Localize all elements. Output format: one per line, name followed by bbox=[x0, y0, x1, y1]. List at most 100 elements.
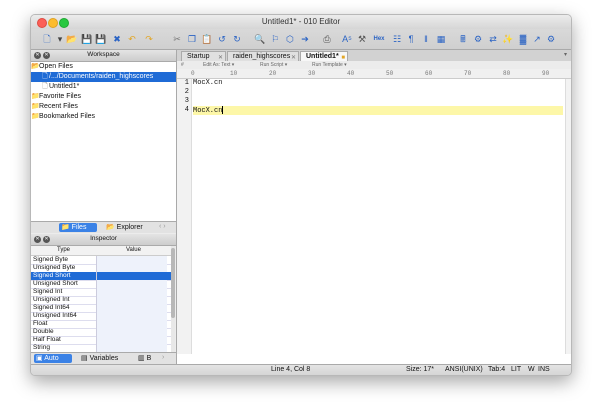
find-icon[interactable]: 🔍 bbox=[254, 33, 266, 45]
tab-variables[interactable]: ▤ Variables bbox=[79, 354, 129, 363]
inspector-row-type: Half Float bbox=[33, 336, 61, 343]
inspector-row-value[interactable] bbox=[96, 328, 167, 336]
close-file-icon[interactable]: ✖ bbox=[111, 33, 123, 45]
editor-subtoolbar: # Edit As: Text ▾ Run Script ▾ Run Templ… bbox=[177, 61, 571, 69]
title-bar[interactable]: Untitled1* - 010 Editor bbox=[31, 15, 571, 29]
tree-item-bookmarked-files[interactable]: 📁Bookmarked Files bbox=[31, 112, 176, 122]
inspector-row-value[interactable] bbox=[96, 312, 167, 320]
tree-item-raiden-highscores[interactable]: 🗋/.../Documents/raiden_highscores bbox=[31, 72, 176, 82]
tab-startup[interactable]: Startup ✕ bbox=[181, 51, 226, 61]
run-script-icon[interactable]: ✨ bbox=[502, 33, 514, 45]
tree-item-open-files[interactable]: 📂Open Files bbox=[31, 62, 176, 72]
paragraph-icon[interactable]: ¶ bbox=[405, 33, 417, 45]
hash-icon: # bbox=[181, 62, 184, 68]
settings-icon[interactable]: ⚙ bbox=[545, 33, 557, 45]
cut-icon[interactable]: ✂ bbox=[171, 33, 183, 45]
variables-icon: ▤ bbox=[81, 355, 88, 362]
inspector-title: Inspector bbox=[90, 235, 117, 242]
code-line[interactable]: MocX.cn bbox=[193, 79, 563, 88]
main-toolbar: 🗋 ▾ 📂 💾 💾 ✖ ↶ ↷ ✂ ❐ 📋 ↺ ↻ 🔍 ⚐ ⬡ ➔ ⎙ A⁵ ⚒… bbox=[31, 29, 571, 50]
folder-open-icon: 📂 bbox=[31, 63, 40, 70]
endianness-indicator[interactable]: LIT bbox=[511, 366, 521, 373]
encoding-indicator[interactable]: ANSI(UNIX) bbox=[445, 366, 483, 373]
inspector-row-type: Signed Short bbox=[33, 272, 71, 279]
save-all-icon[interactable]: 💾 bbox=[95, 33, 107, 45]
columns-icon[interactable]: ‖ bbox=[420, 33, 432, 45]
tab-scroll-arrows[interactable]: ‹ › bbox=[159, 223, 166, 230]
font-icon[interactable]: A⁵ bbox=[341, 33, 353, 45]
inspector-row-value[interactable] bbox=[96, 296, 167, 304]
chevron-down-icon[interactable]: ▾ bbox=[57, 33, 63, 45]
column-type[interactable]: Type bbox=[57, 247, 70, 253]
inspector-row-value[interactable] bbox=[96, 280, 167, 288]
insert-mode-indicator[interactable]: INS bbox=[538, 366, 550, 373]
tab-list-icon[interactable]: ▾ bbox=[564, 51, 567, 58]
copy-icon[interactable]: ❐ bbox=[186, 33, 198, 45]
print-icon[interactable]: ⎙ bbox=[321, 33, 333, 45]
inspector-row-type: Signed Byte bbox=[33, 256, 69, 263]
tree-item-untitled1[interactable]: 🗋Untitled1* bbox=[31, 82, 176, 92]
workspace-tree: 📂Open Files 🗋/.../Documents/raiden_highs… bbox=[31, 62, 176, 233]
template-icon[interactable]: ⚙ bbox=[472, 33, 484, 45]
ruler-tick-label: 70 bbox=[464, 70, 472, 77]
find-in-files-icon[interactable]: ⬡ bbox=[284, 33, 296, 45]
editor-scrollbar[interactable] bbox=[565, 79, 571, 354]
run-template-menu[interactable]: Run Template ▾ bbox=[312, 62, 347, 68]
inspector-row-value[interactable] bbox=[96, 264, 167, 272]
inspector-row-type: Signed Int bbox=[33, 288, 63, 295]
paste-icon[interactable]: 📋 bbox=[201, 33, 213, 45]
inspector-row-value[interactable] bbox=[96, 288, 167, 296]
tab-size-indicator[interactable]: Tab:4 bbox=[488, 366, 505, 373]
compare-icon[interactable]: ⇄ bbox=[487, 33, 499, 45]
undo-edit-icon[interactable]: ↺ bbox=[216, 33, 228, 45]
tab-raiden-highscores[interactable]: raiden_highscores ✕ bbox=[227, 51, 299, 61]
inspector-scrollbar[interactable] bbox=[171, 246, 175, 352]
folder-icon: 📁 bbox=[61, 224, 70, 231]
redo-edit-icon[interactable]: ↻ bbox=[231, 33, 243, 45]
inspector-row-type: String bbox=[33, 344, 50, 351]
save-icon[interactable]: 💾 bbox=[81, 33, 93, 45]
tree-item-favorite-files[interactable]: 📁Favorite Files bbox=[31, 92, 176, 102]
hex-icon[interactable]: Hex bbox=[371, 33, 387, 45]
open-icon[interactable]: 📂 bbox=[66, 33, 78, 45]
tab-untitled1[interactable]: Untitled1* ■ bbox=[300, 51, 348, 61]
inspector-row-type: Double bbox=[33, 328, 54, 335]
tab-explorer[interactable]: 📂 Explorer bbox=[104, 223, 152, 232]
current-line[interactable]: MocX.cn bbox=[193, 106, 563, 115]
new-file-icon[interactable]: 🗋 bbox=[41, 33, 53, 45]
chart-icon[interactable]: ↗ bbox=[531, 33, 543, 45]
inspector-table: Type Value Signed Byte Unsigned Byte Signe… bbox=[31, 246, 171, 361]
inspector-row-value[interactable] bbox=[96, 272, 167, 280]
inspector-row-value[interactable] bbox=[96, 304, 167, 312]
replace-icon[interactable]: ⚐ bbox=[269, 33, 281, 45]
undo-icon[interactable]: ↶ bbox=[126, 33, 138, 45]
tab-scroll-arrows[interactable]: › bbox=[162, 354, 164, 361]
code-line[interactable] bbox=[193, 88, 563, 97]
tab-files[interactable]: 📁 Files bbox=[59, 223, 97, 232]
calculator-icon[interactable]: 🖩 bbox=[457, 33, 469, 45]
redo-icon[interactable]: ↷ bbox=[143, 33, 155, 45]
inspector-header: ✕ ✕ Inspector bbox=[31, 234, 176, 246]
run-script-menu[interactable]: Run Script ▾ bbox=[260, 62, 287, 68]
grid-icon[interactable]: ☷ bbox=[391, 33, 403, 45]
inspector-row-value[interactable] bbox=[96, 256, 167, 264]
document-icon: 🗋 bbox=[42, 83, 48, 90]
column-value[interactable]: Value bbox=[126, 247, 141, 253]
line-number: 3 bbox=[184, 97, 189, 105]
inspector-row-value[interactable] bbox=[96, 344, 167, 352]
inspector-row-value[interactable] bbox=[96, 320, 167, 328]
tab-bookmarks[interactable]: ▥ B bbox=[136, 354, 158, 363]
tree-item-recent-files[interactable]: 📁Recent Files bbox=[31, 102, 176, 112]
tab-auto[interactable]: ▣ Auto bbox=[34, 354, 72, 363]
histogram-icon[interactable]: ▓ bbox=[517, 33, 529, 45]
tools-icon[interactable]: ⚒ bbox=[356, 33, 368, 45]
scroll-thumb[interactable] bbox=[171, 248, 175, 318]
goto-icon[interactable]: ➔ bbox=[299, 33, 311, 45]
code-line[interactable] bbox=[193, 97, 563, 106]
app-window: Untitled1* - 010 Editor 🗋 ▾ 📂 💾 💾 ✖ ↶ ↷ … bbox=[30, 14, 572, 376]
layout-icon[interactable]: ▦ bbox=[435, 33, 447, 45]
edit-as-menu[interactable]: Edit As: Text ▾ bbox=[203, 62, 234, 68]
write-mode-indicator[interactable]: W bbox=[528, 366, 535, 373]
bookmarks-icon: ▥ bbox=[138, 355, 145, 362]
inspector-row-value[interactable] bbox=[96, 336, 167, 344]
